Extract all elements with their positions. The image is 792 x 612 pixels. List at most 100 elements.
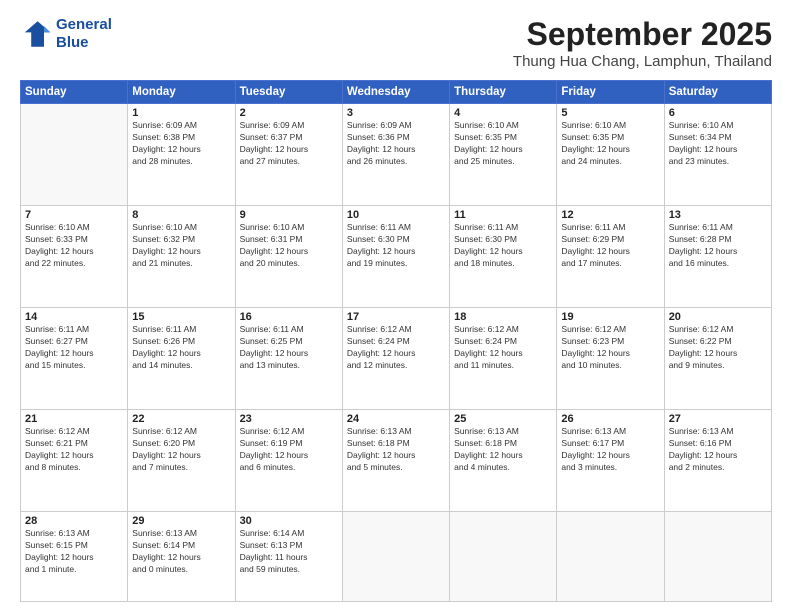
calendar-cell: 10Sunrise: 6:11 AM Sunset: 6:30 PM Dayli… [342,206,449,308]
day-info: Sunrise: 6:09 AM Sunset: 6:38 PM Dayligh… [132,120,230,168]
day-info: Sunrise: 6:10 AM Sunset: 6:34 PM Dayligh… [669,120,767,168]
day-info: Sunrise: 6:11 AM Sunset: 6:27 PM Dayligh… [25,324,123,372]
day-number: 12 [561,209,659,221]
day-number: 4 [454,107,552,119]
calendar-cell: 22Sunrise: 6:12 AM Sunset: 6:20 PM Dayli… [128,410,235,512]
calendar-week-row: 28Sunrise: 6:13 AM Sunset: 6:15 PM Dayli… [21,512,772,602]
day-number: 16 [240,311,338,323]
day-info: Sunrise: 6:12 AM Sunset: 6:19 PM Dayligh… [240,426,338,474]
day-info: Sunrise: 6:11 AM Sunset: 6:26 PM Dayligh… [132,324,230,372]
day-info: Sunrise: 6:12 AM Sunset: 6:20 PM Dayligh… [132,426,230,474]
day-number: 28 [25,515,123,527]
calendar-cell: 25Sunrise: 6:13 AM Sunset: 6:18 PM Dayli… [450,410,557,512]
day-number: 11 [454,209,552,221]
day-info: Sunrise: 6:12 AM Sunset: 6:23 PM Dayligh… [561,324,659,372]
calendar-cell: 5Sunrise: 6:10 AM Sunset: 6:35 PM Daylig… [557,104,664,206]
day-info: Sunrise: 6:12 AM Sunset: 6:24 PM Dayligh… [347,324,445,372]
day-info: Sunrise: 6:12 AM Sunset: 6:22 PM Dayligh… [669,324,767,372]
day-info: Sunrise: 6:10 AM Sunset: 6:33 PM Dayligh… [25,222,123,270]
day-info: Sunrise: 6:10 AM Sunset: 6:31 PM Dayligh… [240,222,338,270]
calendar-cell: 21Sunrise: 6:12 AM Sunset: 6:21 PM Dayli… [21,410,128,512]
day-number: 30 [240,515,338,527]
day-number: 18 [454,311,552,323]
calendar-cell [21,104,128,206]
day-info: Sunrise: 6:13 AM Sunset: 6:17 PM Dayligh… [561,426,659,474]
day-number: 17 [347,311,445,323]
day-info: Sunrise: 6:13 AM Sunset: 6:14 PM Dayligh… [132,528,230,576]
day-number: 20 [669,311,767,323]
day-number: 24 [347,413,445,425]
calendar-cell: 8Sunrise: 6:10 AM Sunset: 6:32 PM Daylig… [128,206,235,308]
header: General Blue September 2025 Thung Hua Ch… [20,16,772,70]
calendar-cell [557,512,664,602]
calendar-cell: 20Sunrise: 6:12 AM Sunset: 6:22 PM Dayli… [664,308,771,410]
logo-text: General Blue [56,16,112,52]
day-number: 9 [240,209,338,221]
day-info: Sunrise: 6:14 AM Sunset: 6:13 PM Dayligh… [240,528,338,576]
day-info: Sunrise: 6:11 AM Sunset: 6:28 PM Dayligh… [669,222,767,270]
title-block: September 2025 Thung Hua Chang, Lamphun,… [513,16,772,70]
day-info: Sunrise: 6:10 AM Sunset: 6:35 PM Dayligh… [454,120,552,168]
logo-icon [20,18,52,50]
day-header-sunday: Sunday [21,81,128,104]
logo: General Blue [20,16,112,52]
day-number: 2 [240,107,338,119]
day-number: 25 [454,413,552,425]
day-info: Sunrise: 6:11 AM Sunset: 6:30 PM Dayligh… [347,222,445,270]
calendar-cell: 2Sunrise: 6:09 AM Sunset: 6:37 PM Daylig… [235,104,342,206]
day-info: Sunrise: 6:13 AM Sunset: 6:18 PM Dayligh… [454,426,552,474]
calendar-cell [342,512,449,602]
calendar-cell: 12Sunrise: 6:11 AM Sunset: 6:29 PM Dayli… [557,206,664,308]
day-info: Sunrise: 6:13 AM Sunset: 6:18 PM Dayligh… [347,426,445,474]
day-number: 27 [669,413,767,425]
month-title: September 2025 [513,16,772,53]
day-number: 19 [561,311,659,323]
day-info: Sunrise: 6:09 AM Sunset: 6:37 PM Dayligh… [240,120,338,168]
day-number: 21 [25,413,123,425]
calendar-cell: 9Sunrise: 6:10 AM Sunset: 6:31 PM Daylig… [235,206,342,308]
day-header-saturday: Saturday [664,81,771,104]
calendar-cell: 18Sunrise: 6:12 AM Sunset: 6:24 PM Dayli… [450,308,557,410]
calendar-cell: 26Sunrise: 6:13 AM Sunset: 6:17 PM Dayli… [557,410,664,512]
calendar-week-row: 7Sunrise: 6:10 AM Sunset: 6:33 PM Daylig… [21,206,772,308]
calendar-cell: 13Sunrise: 6:11 AM Sunset: 6:28 PM Dayli… [664,206,771,308]
day-number: 1 [132,107,230,119]
day-info: Sunrise: 6:13 AM Sunset: 6:16 PM Dayligh… [669,426,767,474]
day-info: Sunrise: 6:10 AM Sunset: 6:35 PM Dayligh… [561,120,659,168]
calendar-cell: 19Sunrise: 6:12 AM Sunset: 6:23 PM Dayli… [557,308,664,410]
day-info: Sunrise: 6:12 AM Sunset: 6:24 PM Dayligh… [454,324,552,372]
day-header-friday: Friday [557,81,664,104]
calendar-cell [664,512,771,602]
calendar-cell: 16Sunrise: 6:11 AM Sunset: 6:25 PM Dayli… [235,308,342,410]
day-header-tuesday: Tuesday [235,81,342,104]
page: General Blue September 2025 Thung Hua Ch… [0,0,792,612]
day-info: Sunrise: 6:09 AM Sunset: 6:36 PM Dayligh… [347,120,445,168]
calendar-week-row: 1Sunrise: 6:09 AM Sunset: 6:38 PM Daylig… [21,104,772,206]
calendar-cell: 11Sunrise: 6:11 AM Sunset: 6:30 PM Dayli… [450,206,557,308]
day-info: Sunrise: 6:12 AM Sunset: 6:21 PM Dayligh… [25,426,123,474]
day-header-wednesday: Wednesday [342,81,449,104]
day-number: 3 [347,107,445,119]
day-header-thursday: Thursday [450,81,557,104]
calendar-week-row: 14Sunrise: 6:11 AM Sunset: 6:27 PM Dayli… [21,308,772,410]
calendar-cell: 3Sunrise: 6:09 AM Sunset: 6:36 PM Daylig… [342,104,449,206]
calendar-week-row: 21Sunrise: 6:12 AM Sunset: 6:21 PM Dayli… [21,410,772,512]
day-number: 7 [25,209,123,221]
day-info: Sunrise: 6:11 AM Sunset: 6:30 PM Dayligh… [454,222,552,270]
calendar-cell: 17Sunrise: 6:12 AM Sunset: 6:24 PM Dayli… [342,308,449,410]
calendar-cell: 29Sunrise: 6:13 AM Sunset: 6:14 PM Dayli… [128,512,235,602]
day-number: 8 [132,209,230,221]
day-number: 23 [240,413,338,425]
day-number: 5 [561,107,659,119]
day-number: 26 [561,413,659,425]
calendar-cell [450,512,557,602]
calendar-cell: 6Sunrise: 6:10 AM Sunset: 6:34 PM Daylig… [664,104,771,206]
calendar-table: SundayMondayTuesdayWednesdayThursdayFrid… [20,80,772,602]
day-info: Sunrise: 6:10 AM Sunset: 6:32 PM Dayligh… [132,222,230,270]
calendar-cell: 28Sunrise: 6:13 AM Sunset: 6:15 PM Dayli… [21,512,128,602]
day-info: Sunrise: 6:13 AM Sunset: 6:15 PM Dayligh… [25,528,123,576]
calendar-cell: 4Sunrise: 6:10 AM Sunset: 6:35 PM Daylig… [450,104,557,206]
day-header-monday: Monday [128,81,235,104]
day-number: 10 [347,209,445,221]
calendar-cell: 14Sunrise: 6:11 AM Sunset: 6:27 PM Dayli… [21,308,128,410]
